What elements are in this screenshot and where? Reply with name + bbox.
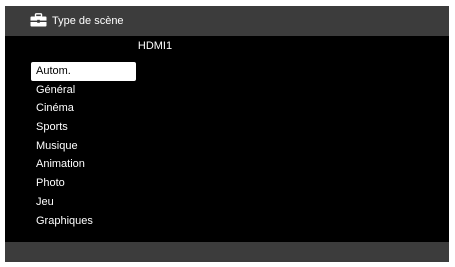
menu-item-animation[interactable]: Animation: [31, 155, 136, 174]
page-title: Type de scène: [52, 15, 124, 27]
menu-item-autom[interactable]: Autom.: [31, 62, 136, 81]
footer-bar: [5, 242, 449, 262]
menu-item-cinema[interactable]: Cinéma: [31, 99, 136, 118]
input-source-label: HDMI1: [137, 40, 173, 52]
menu-item-general[interactable]: Général: [31, 81, 136, 100]
scene-type-screen: Type de scène HDMI1 Autom. Général Ciném…: [5, 6, 449, 262]
menu-item-jeu[interactable]: Jeu: [31, 193, 136, 212]
menu-item-musique[interactable]: Musique: [31, 137, 136, 156]
menu-item-photo[interactable]: Photo: [31, 174, 136, 193]
menu-item-sports[interactable]: Sports: [31, 118, 136, 137]
toolbox-icon: [30, 13, 47, 27]
menu-item-graphiques[interactable]: Graphiques: [31, 212, 136, 231]
header-bar: Type de scène: [5, 6, 449, 36]
scene-type-menu: Autom. Général Cinéma Sports Musique Ani…: [31, 62, 136, 230]
